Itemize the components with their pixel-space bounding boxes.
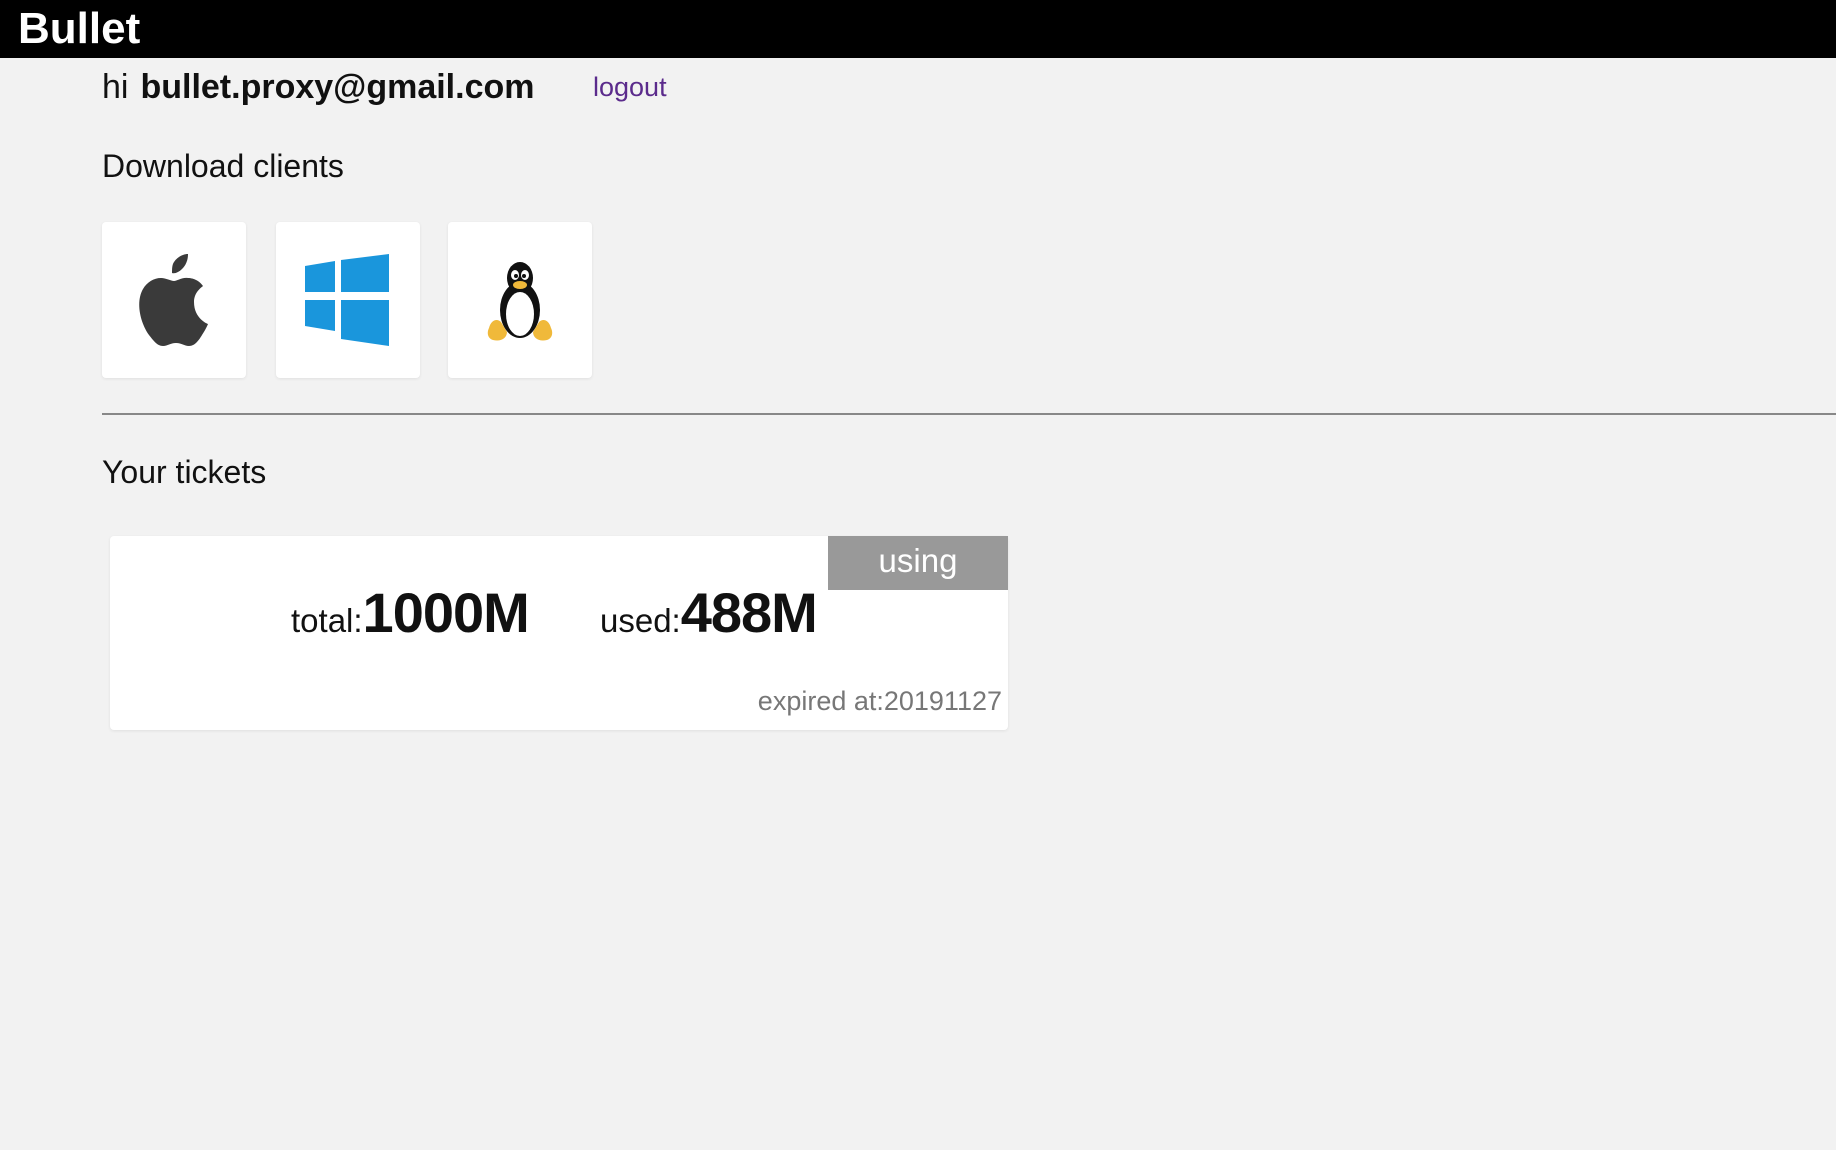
total-value: 1000M: [362, 581, 530, 644]
section-divider: [102, 413, 1836, 415]
your-tickets-heading: Your tickets: [102, 454, 267, 490]
top-bar: Bullet: [0, 0, 1836, 58]
used-label: used:: [600, 602, 681, 639]
user-email: bullet.proxy@gmail.com: [140, 67, 535, 106]
linux-penguin-icon: [487, 262, 553, 341]
ticket-used: used: 488M: [600, 580, 818, 645]
greeting-text: hi: [102, 67, 129, 106]
apple-icon: [139, 254, 208, 346]
brand-logo[interactable]: Bullet: [18, 4, 140, 54]
used-value: 488M: [680, 581, 818, 644]
windows-icon: [305, 254, 389, 346]
download-mac-button[interactable]: [102, 222, 246, 378]
ticket-card: using total: 1000M used: 488M expired at…: [110, 536, 1008, 730]
download-linux-button[interactable]: [448, 222, 592, 378]
ticket-total: total: 1000M: [291, 580, 530, 645]
download-windows-button[interactable]: [276, 222, 420, 378]
status-badge: using: [828, 536, 1008, 590]
user-greeting: hi bullet.proxy@gmail.com: [102, 62, 534, 112]
total-label: total:: [291, 602, 363, 639]
logout-link[interactable]: logout: [593, 70, 667, 104]
download-clients-heading: Download clients: [102, 148, 344, 184]
expiry-date: expired at:20191127: [757, 686, 1002, 716]
